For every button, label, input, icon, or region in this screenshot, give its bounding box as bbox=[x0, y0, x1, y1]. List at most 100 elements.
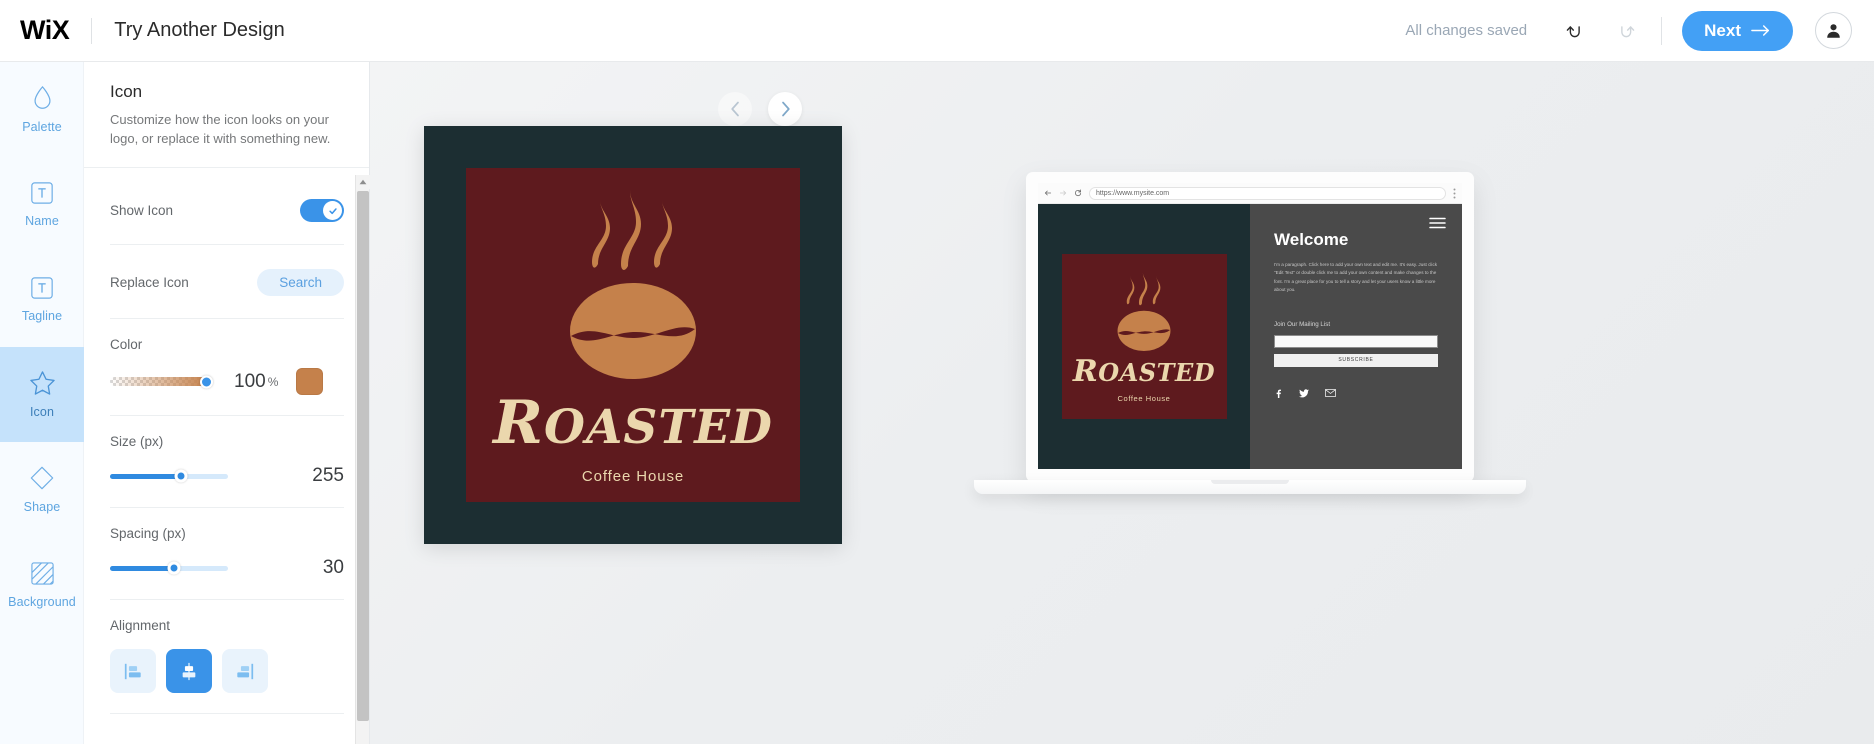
browser-menu-icon[interactable] bbox=[1453, 188, 1456, 199]
sidebar-item-background[interactable]: Background bbox=[0, 537, 84, 632]
spacing-value: 30 bbox=[322, 557, 344, 578]
panel-header: Icon Customize how the icon looks on you… bbox=[84, 62, 369, 168]
color-section: Color 100 % bbox=[110, 319, 344, 416]
sidebar-label-background: Background bbox=[8, 594, 76, 609]
panel-scrollbar[interactable] bbox=[355, 175, 370, 744]
color-swatch[interactable] bbox=[296, 368, 324, 395]
panel-scroll-content: Show Icon Replace Icon Search Color 100 … bbox=[84, 175, 370, 714]
logo-maker-app: WiX Try Another Design All changes saved… bbox=[0, 0, 1874, 744]
star-icon bbox=[29, 371, 55, 395]
sidebar-item-tagline[interactable]: Tagline bbox=[0, 252, 84, 347]
site-logo: ROASTED Coffee House bbox=[1061, 254, 1227, 419]
opacity-value: 100 bbox=[234, 370, 266, 392]
text-box-icon bbox=[31, 277, 53, 299]
wix-logo[interactable]: WiX bbox=[20, 17, 70, 44]
coffee-bean-icon bbox=[1117, 271, 1171, 352]
header-divider bbox=[91, 17, 93, 44]
chevron-left-icon bbox=[730, 101, 739, 117]
site-logo-initial: R bbox=[1072, 354, 1099, 389]
laptop-screen-lid: https://www.mysite.com ROASTED Coffee Ho… bbox=[1026, 172, 1474, 482]
align-center-icon bbox=[182, 662, 196, 680]
laptop-mockup: https://www.mysite.com ROASTED Coffee Ho… bbox=[974, 172, 1526, 532]
avatar[interactable] bbox=[1815, 12, 1852, 49]
sidebar-label-tagline: Tagline bbox=[21, 309, 63, 323]
align-left-button[interactable] bbox=[110, 649, 156, 693]
top-bar: WiX Try Another Design All changes saved… bbox=[0, 0, 1874, 62]
sidebar-label-icon: Icon bbox=[29, 405, 55, 419]
browser-chrome: https://www.mysite.com bbox=[1038, 183, 1462, 204]
site-logo-tagline: Coffee House bbox=[1117, 394, 1171, 403]
size-slider-thumb[interactable] bbox=[174, 469, 188, 483]
sidebar-item-palette[interactable]: Palette bbox=[0, 62, 84, 157]
site-paragraph: I'm a paragraph. Click here to add your … bbox=[1274, 262, 1438, 293]
logo-name: ROASTED bbox=[493, 388, 773, 458]
opacity-slider[interactable] bbox=[110, 375, 213, 388]
twitter-icon[interactable] bbox=[1299, 389, 1309, 398]
scrollbar-thumb[interactable] bbox=[357, 191, 369, 721]
opacity-unit: % bbox=[267, 374, 279, 389]
top-bar-actions: All changes saved Next bbox=[1405, 10, 1874, 51]
left-rail: Palette Name Tagline Icon Shape Backgrou… bbox=[0, 62, 84, 744]
sidebar-item-shape[interactable]: Shape bbox=[0, 442, 84, 537]
site-logo-panel: ROASTED Coffee House bbox=[1038, 204, 1250, 469]
logo-preview[interactable]: ROASTED Coffee House bbox=[424, 126, 842, 544]
page-title: Try Another Design bbox=[114, 19, 285, 41]
align-right-button[interactable] bbox=[222, 649, 268, 693]
panel-title: Icon bbox=[110, 82, 143, 101]
size-value: 255 bbox=[312, 465, 344, 486]
email-icon[interactable] bbox=[1325, 389, 1336, 397]
browser-forward-icon[interactable] bbox=[1059, 189, 1067, 197]
size-label: Size (px) bbox=[110, 434, 164, 449]
logo-name-initial: R bbox=[493, 387, 544, 458]
show-icon-toggle[interactable] bbox=[300, 199, 344, 222]
opacity-slider-thumb[interactable] bbox=[200, 375, 213, 388]
previous-design-button[interactable] bbox=[718, 92, 752, 126]
search-icon-button[interactable]: Search bbox=[257, 269, 344, 296]
logo-artwork: ROASTED Coffee House bbox=[466, 168, 800, 502]
preview-canvas: ROASTED Coffee House https://www.mysite.… bbox=[370, 62, 1874, 744]
replace-icon-label: Replace Icon bbox=[110, 275, 189, 290]
spacing-label: Spacing (px) bbox=[110, 526, 186, 541]
next-button[interactable]: Next bbox=[1682, 10, 1793, 51]
site-content-panel: Welcome I'm a paragraph. Click here to a… bbox=[1250, 204, 1462, 469]
show-icon-label: Show Icon bbox=[110, 203, 174, 218]
subscribe-button[interactable]: SUBSCRIBE bbox=[1274, 353, 1438, 367]
design-navigation bbox=[718, 92, 802, 126]
save-status: All changes saved bbox=[1405, 22, 1528, 39]
spacing-slider[interactable] bbox=[110, 560, 228, 576]
size-slider[interactable] bbox=[110, 468, 228, 484]
spacing-slider-thumb[interactable] bbox=[167, 561, 181, 575]
browser-reload-icon[interactable] bbox=[1074, 189, 1082, 197]
hatched-square-icon bbox=[30, 561, 54, 585]
sidebar-label-palette: Palette bbox=[22, 120, 62, 134]
sidebar-item-icon[interactable]: Icon bbox=[0, 347, 84, 442]
align-right-icon bbox=[237, 663, 254, 679]
toggle-knob bbox=[323, 201, 342, 220]
next-button-label: Next bbox=[1704, 20, 1741, 40]
sidebar-item-name[interactable]: Name bbox=[0, 157, 84, 252]
email-field[interactable] bbox=[1274, 334, 1438, 348]
redo-button[interactable] bbox=[1609, 16, 1639, 46]
next-design-button[interactable] bbox=[768, 92, 802, 126]
social-links bbox=[1274, 389, 1438, 398]
hamburger-menu-icon[interactable] bbox=[1429, 217, 1446, 229]
logo-name-rest: OASTED bbox=[543, 399, 773, 455]
scroll-up-button[interactable] bbox=[356, 175, 370, 189]
undo-button[interactable] bbox=[1561, 16, 1591, 46]
check-icon bbox=[328, 207, 337, 214]
browser-back-icon[interactable] bbox=[1044, 189, 1052, 197]
site-preview: ROASTED Coffee House Welcome I'm a parag… bbox=[1038, 204, 1462, 469]
alignment-label: Alignment bbox=[110, 618, 171, 633]
droplet-icon bbox=[33, 85, 51, 109]
site-logo-name: ROASTED bbox=[1073, 354, 1215, 389]
laptop-notch bbox=[1211, 480, 1289, 484]
chevron-up-icon bbox=[359, 179, 367, 185]
browser-url-bar[interactable]: https://www.mysite.com bbox=[1089, 186, 1446, 200]
sidebar-label-name: Name bbox=[25, 214, 59, 228]
alignment-section: Alignment bbox=[110, 600, 344, 714]
align-center-button[interactable] bbox=[166, 649, 212, 693]
facebook-icon[interactable] bbox=[1274, 389, 1283, 398]
text-box-icon bbox=[31, 182, 53, 204]
coffee-bean-icon bbox=[570, 189, 696, 379]
sidebar-label-shape: Shape bbox=[23, 500, 61, 514]
